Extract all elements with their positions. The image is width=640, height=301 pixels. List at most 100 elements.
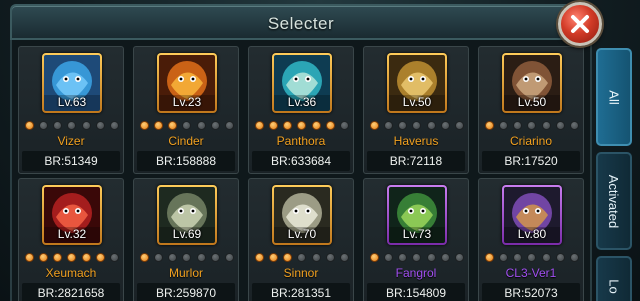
hero-portrait-frame: Lv.69: [157, 185, 217, 245]
sea-serpent-portrait: Lv.36: [274, 55, 330, 111]
battle-rating: BR:52073: [482, 283, 580, 301]
hero-level: Lv.80: [517, 227, 547, 241]
star-icon: [255, 253, 264, 262]
star-icon: [513, 121, 523, 130]
hero-name: Vizer: [57, 134, 85, 148]
bone-dragon-portrait: Lv.70: [274, 187, 330, 243]
star-icon: [513, 253, 523, 262]
star-icon: [412, 121, 422, 130]
hero-name: Fangrol: [395, 266, 437, 280]
star-icon: [339, 253, 349, 262]
star-icon: [140, 253, 149, 262]
battle-rating: BR:17520: [482, 151, 580, 171]
hero-card[interactable]: Lv.63 Vizer BR:51349: [18, 46, 124, 174]
hero-level: Lv.73: [402, 227, 432, 241]
star-rating: [25, 253, 119, 264]
hero-level: Lv.23: [172, 95, 202, 109]
star-icon: [269, 253, 279, 262]
star-icon: [370, 121, 379, 130]
star-icon: [196, 121, 206, 130]
star-rating: [25, 121, 119, 132]
hero-portrait-frame: Lv.32: [42, 185, 102, 245]
star-icon: [224, 253, 234, 262]
star-rating: [370, 121, 464, 132]
hero-level: Lv.50: [402, 95, 432, 109]
star-icon: [81, 253, 91, 262]
close-button[interactable]: [558, 2, 602, 46]
star-icon: [555, 121, 565, 130]
battle-rating: BR:72118: [367, 151, 465, 171]
hero-name: CL3-Ver1: [505, 266, 557, 280]
hero-name: Criarino: [509, 134, 552, 148]
star-icon: [454, 253, 464, 262]
star-icon: [196, 253, 206, 262]
star-icon: [297, 121, 307, 130]
star-icon: [426, 121, 436, 130]
fire-golem-portrait: Lv.23: [159, 55, 215, 111]
hero-portrait-frame: Lv.50: [387, 53, 447, 113]
hero-card[interactable]: Lv.32 Xeumach BR:2821658: [18, 178, 124, 301]
star-icon: [210, 253, 220, 262]
star-rating: [485, 121, 579, 132]
hero-card[interactable]: Lv.80 CL3-Ver1 BR:52073: [478, 178, 584, 301]
star-icon: [182, 121, 192, 130]
hero-name: Haverus: [393, 134, 439, 148]
armored-beast-portrait: Lv.50: [504, 55, 560, 111]
hero-portrait-frame: Lv.70: [272, 185, 332, 245]
hero-card[interactable]: Lv.73 Fangrol BR:154809: [363, 178, 469, 301]
hero-name: Panthora: [276, 134, 326, 148]
hero-card[interactable]: Lv.50 Haverus BR:72118: [363, 46, 469, 174]
hero-card[interactable]: Lv.36 Panthora BR:633684: [248, 46, 354, 174]
star-icon: [541, 121, 551, 130]
star-icon: [485, 253, 494, 262]
star-icon: [25, 121, 34, 130]
star-icon: [182, 253, 192, 262]
star-icon: [297, 253, 307, 262]
hero-card[interactable]: Lv.23 Cinder BR:158888: [133, 46, 239, 174]
tab-locked[interactable]: Lo: [596, 256, 632, 301]
star-icon: [499, 121, 509, 130]
hero-card[interactable]: Lv.50 Criarino BR:17520: [478, 46, 584, 174]
tab-activated-label: Activated: [606, 174, 622, 228]
battle-rating: BR:281351: [252, 283, 350, 301]
star-rating: [255, 253, 349, 264]
battle-rating: BR:259870: [137, 283, 235, 301]
filter-tabs: All Activated Lo: [596, 48, 640, 301]
star-icon: [53, 121, 63, 130]
battle-rating: BR:154809: [367, 283, 465, 301]
tab-activated[interactable]: Activated: [596, 152, 632, 250]
star-icon: [154, 253, 164, 262]
star-icon: [499, 253, 509, 262]
hero-name: Murlor: [168, 266, 203, 280]
tab-all-label: All: [606, 89, 622, 105]
star-icon: [283, 121, 293, 130]
mech-robot-portrait: Lv.80: [504, 187, 560, 243]
star-icon: [485, 121, 494, 130]
hero-card[interactable]: Lv.70 Sinnor BR:281351: [248, 178, 354, 301]
hero-level: Lv.69: [172, 227, 202, 241]
hero-card[interactable]: Lv.69 Murlor BR:259870: [133, 178, 239, 301]
star-icon: [311, 121, 321, 130]
star-icon: [109, 253, 119, 262]
hero-portrait-frame: Lv.36: [272, 53, 332, 113]
star-icon: [398, 121, 408, 130]
star-icon: [440, 253, 450, 262]
blue-dragon-portrait: Lv.63: [44, 55, 100, 111]
star-icon: [384, 253, 394, 262]
star-icon: [370, 253, 379, 262]
star-icon: [325, 253, 335, 262]
star-rating: [140, 121, 234, 132]
star-icon: [527, 253, 537, 262]
star-icon: [168, 121, 178, 130]
star-icon: [311, 253, 321, 262]
star-icon: [154, 121, 164, 130]
tab-all[interactable]: All: [596, 48, 632, 146]
star-icon: [109, 121, 119, 130]
star-icon: [67, 253, 77, 262]
battle-rating: BR:158888: [137, 151, 235, 171]
window-title: Selecter: [267, 14, 335, 33]
star-icon: [67, 121, 77, 130]
battle-rating: BR:2821658: [22, 283, 120, 301]
hero-level: Lv.36: [287, 95, 317, 109]
star-icon: [426, 253, 436, 262]
